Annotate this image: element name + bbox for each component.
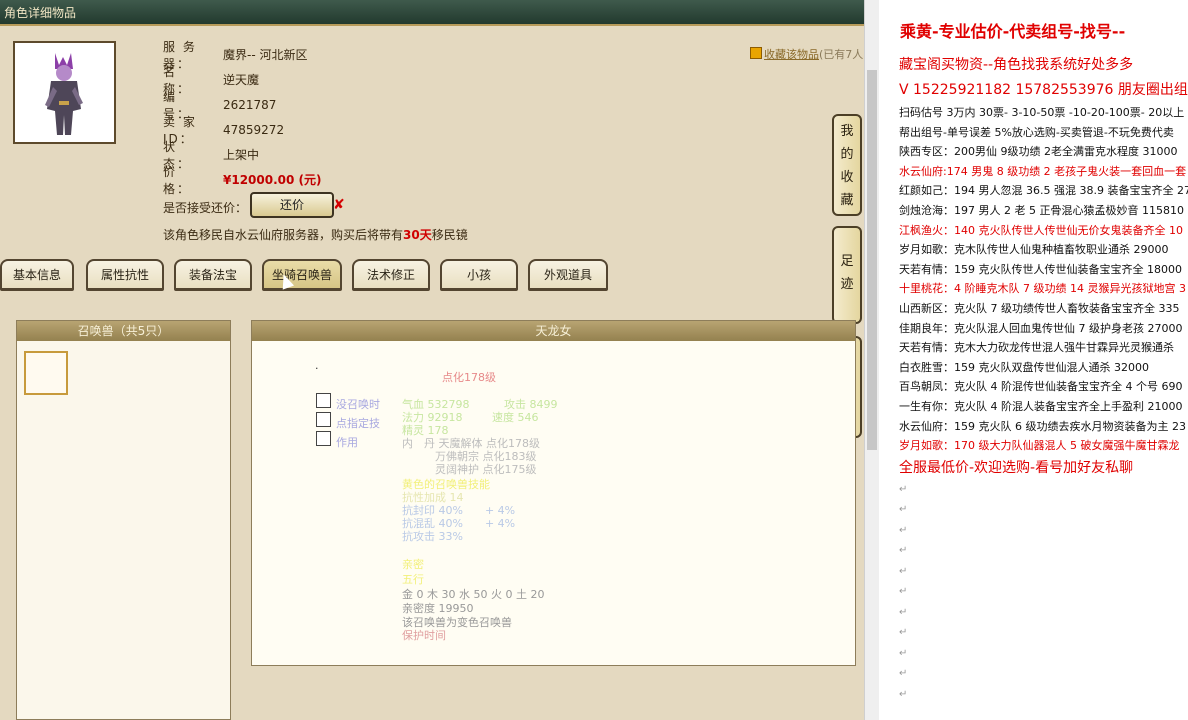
paragraph-mark: ↵ bbox=[899, 545, 908, 557]
scrollbar-thumb[interactable] bbox=[867, 70, 877, 450]
price-label: 价 格： bbox=[163, 164, 206, 196]
checkbox-1[interactable] bbox=[316, 393, 331, 408]
paragraph-mark: ↵ bbox=[899, 483, 908, 495]
counter-offer-label: 是否接受还价： bbox=[163, 201, 248, 215]
tab-spell-mods[interactable]: 法术修正 bbox=[352, 259, 430, 291]
note-line: 一生有你：克火队 4 阶混人装备宝宝齐全上手盈利 21000 bbox=[899, 400, 1183, 413]
paragraph-mark: ↵ bbox=[899, 688, 908, 700]
note-line: V 15225921182 15782553976 朋友圈出组号 bbox=[899, 82, 1188, 98]
window-titlebar: 角色详细物品 bbox=[0, 0, 864, 26]
checkbox-2[interactable] bbox=[316, 412, 331, 427]
summon-slot[interactable] bbox=[24, 351, 68, 395]
note-line: 天若有情：159 克火队传世人传世仙装备宝宝齐全 18000 bbox=[899, 262, 1182, 276]
migration-days: 30天 bbox=[403, 228, 432, 242]
note-line: 江枫渔火：140 克火队传世人传世仙无价女鬼装备齐全 10 bbox=[899, 223, 1183, 237]
paragraph-mark: ↵ bbox=[899, 668, 908, 680]
trade-window: 角色详细物品 服 务 器： 魔界-- 河北新区 名 称： 逆天魔 编 号： 26217… bbox=[0, 0, 864, 720]
tab-equipment[interactable]: 装备法宝 bbox=[174, 259, 252, 291]
name-value: 逆天魔 bbox=[223, 73, 260, 87]
stat-speed: 速度 546 bbox=[492, 411, 539, 424]
character-info: 服 务 器： 魔界-- 河北新区 名 称： 逆天魔 编 号： 2621787 卖 家 … bbox=[163, 40, 322, 196]
paragraph-mark: ↵ bbox=[899, 627, 908, 639]
note-line: 白衣胜雪：159 克火队双盘传世仙混人通杀 32000 bbox=[899, 360, 1149, 374]
favorite-icon bbox=[750, 47, 762, 59]
paragraph-mark: ↵ bbox=[899, 565, 908, 577]
tab-attributes[interactable]: 属性抗性 bbox=[86, 259, 164, 291]
note-line: 帮出组号-单号误差 5%放心选购-买卖管退-不玩免费代卖 bbox=[899, 125, 1174, 139]
note-line: 藏宝阁买物资--角色找我系统好处多多 bbox=[899, 57, 1134, 73]
pet-level: 点化178级 bbox=[442, 371, 496, 384]
note-line: 岁月如歌：克木队传世人仙鬼种植畜牧职业通杀 29000 bbox=[899, 243, 1169, 257]
history-button[interactable]: 足迹 bbox=[832, 226, 862, 324]
favorite-area: 收藏该物品(已有7人 bbox=[750, 46, 863, 62]
stat-elements-head: 五行 bbox=[402, 573, 424, 586]
status-value: 上架中 bbox=[223, 148, 260, 162]
counter-offer-button[interactable]: 还价 bbox=[250, 192, 334, 218]
tab-mounts-summons[interactable]: 坐骑召唤兽 bbox=[262, 259, 342, 291]
vertical-scrollbar[interactable] bbox=[864, 0, 879, 720]
favorite-count: (已有7人 bbox=[819, 48, 864, 61]
summon-list-header: 召唤兽（共5只） bbox=[17, 321, 230, 341]
paragraph-mark: ↵ bbox=[899, 647, 908, 659]
id-value: 2621787 bbox=[223, 97, 277, 112]
window-title: 角色详细物品 bbox=[4, 6, 77, 20]
paragraph-mark: ↵ bbox=[899, 504, 908, 516]
note-line: 水云仙府:174 男鬼 8 级功绩 2 老孩子鬼火装一套回血一套 bbox=[899, 164, 1187, 178]
notes-title: 乘黄-专业估价-代卖组号-找号-- bbox=[900, 22, 1126, 41]
note-line: 全服最低价-欢迎选购-看号加好友私聊 bbox=[899, 459, 1134, 476]
stat-protect-time: 保护时间 bbox=[402, 629, 446, 642]
check-label-3: 作用 bbox=[336, 436, 358, 449]
note-line: 水云仙府：159 克火队 6 级功绩去疾水月物资装备为主 23 bbox=[899, 419, 1186, 433]
stat-core-3: 灵阔神护 点化175级 bbox=[402, 463, 537, 476]
note-line: 百鸟朝凤：克火队 4 阶混传世仙装备宝宝齐全 4 个号 690 bbox=[899, 380, 1183, 394]
check-label-2: 点指定技 bbox=[336, 417, 380, 430]
migration-suffix: 移民镜 bbox=[431, 228, 468, 242]
close-x-icon[interactable]: ✘ bbox=[333, 197, 345, 213]
check-label-1: 没召唤时 bbox=[336, 398, 380, 411]
pet-name-header: 天龙女 bbox=[252, 321, 855, 341]
price-value: ¥12000.00 (元) bbox=[223, 173, 322, 187]
note-line: 山西新区：克火队 7 级功绩传世人畜牧装备宝宝齐全 335 bbox=[899, 302, 1180, 315]
tab-basic-info[interactable]: 基本信息 bbox=[0, 259, 74, 291]
migration-text: 该角色移民自水云仙府服务器，购买后将带有 bbox=[163, 228, 404, 242]
seller-value: 47859272 bbox=[223, 122, 285, 137]
paragraph-mark: ↵ bbox=[899, 606, 908, 618]
pet-detail-panel: 天龙女 . 点化178级 没召唤时 点指定技 作用 气血 532798 攻击 8… bbox=[251, 320, 856, 666]
favorite-link[interactable]: 收藏该物品 bbox=[764, 48, 819, 61]
note-line: 扫码估号 3万内 30票- 3-10-50票 -10-20-100票- 20以上 bbox=[899, 106, 1185, 119]
checkbox-3[interactable] bbox=[316, 431, 331, 446]
tab-children[interactable]: 小孩 bbox=[440, 259, 518, 291]
note-line: 陕西专区：200男仙 9级功绩 2老全满雷克水程度 31000 bbox=[899, 145, 1178, 159]
note-line: 岁月如歌：170 级大力队仙器混人 5 破女魔强牛魔甘霖龙 bbox=[899, 439, 1180, 453]
paragraph-mark: ↵ bbox=[899, 586, 908, 598]
notes-document: 乘黄-专业估价-代卖组号-找号-- 藏宝阁买物资--角色找我系统好处多多 V 15… bbox=[880, 0, 1188, 720]
migration-notice: 该角色移民自水云仙府服务器，购买后将带有30天移民镜 bbox=[163, 226, 468, 243]
stat-intimacy-head: 亲密 bbox=[402, 558, 424, 571]
pet-dot: . bbox=[315, 359, 319, 372]
stat-anti-attack: 抗攻击 33% bbox=[402, 530, 463, 543]
tab-appearance[interactable]: 外观道具 bbox=[528, 259, 608, 291]
note-line: 十里桃花：4 阶睡克木队 7 级功绩 14 灵猴异光孩狱地宫 3 bbox=[899, 282, 1186, 296]
note-line: 红颜如己：194 男人忽混 36.5 强混 38.9 装备宝宝齐全 270 bbox=[899, 184, 1188, 198]
note-line: 剑烛沧海：197 男人 2 老 5 正骨混心猿孟极妙音 115810 bbox=[899, 204, 1184, 217]
summon-list-panel: 召唤兽（共5只） bbox=[16, 320, 231, 720]
server-value: 魔界-- 河北新区 bbox=[223, 48, 308, 62]
character-portrait bbox=[13, 41, 116, 144]
paragraph-mark: ↵ bbox=[899, 524, 908, 536]
note-line: 天若有情：克木大力砍龙传世混人强牛甘霖异光灵猴通杀 bbox=[899, 341, 1174, 355]
my-favorites-button[interactable]: 我的收藏 bbox=[832, 114, 862, 216]
note-line: 佳期良年：克火队混人回血鬼传世仙 7 级护身老孩 27000 bbox=[899, 321, 1183, 335]
